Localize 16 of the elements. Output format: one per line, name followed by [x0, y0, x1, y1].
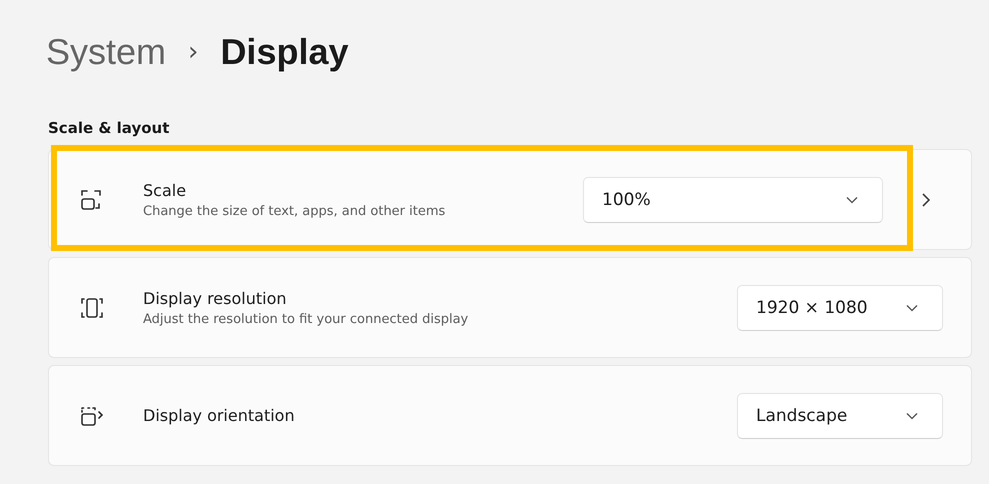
setting-description: Adjust the resolution to fit your connected display [143, 312, 470, 326]
dropdown[interactable]: 1920 × 1080 [737, 284, 943, 330]
chevron-right-icon [921, 192, 931, 208]
section-heading: Scale & layout [48, 119, 170, 139]
chevron-down-icon [846, 196, 858, 204]
setting-title: Display resolution [143, 288, 288, 308]
dropdown[interactable]: Landscape [737, 392, 943, 438]
setting-title: Display orientation [143, 406, 296, 425]
chevron-down-icon [906, 304, 918, 312]
breadcrumb-separator: › [188, 37, 198, 67]
dropdown[interactable]: 100% [583, 176, 883, 222]
chevron-down-icon [906, 412, 918, 420]
page-title: Display [220, 31, 348, 73]
setting-title: Scale [143, 180, 188, 200]
breadcrumb-parent[interactable]: System [46, 31, 166, 73]
setting-description: Change the size of text, apps, and other items [143, 204, 446, 218]
